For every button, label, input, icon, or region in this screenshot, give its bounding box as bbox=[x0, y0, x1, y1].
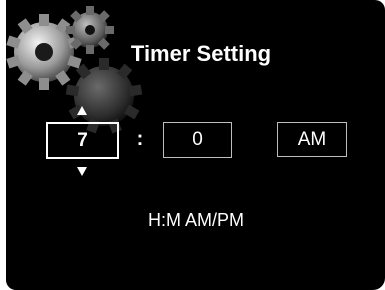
screen-title: Timer Setting bbox=[130, 41, 272, 66]
hour-decrement-arrow-icon[interactable] bbox=[77, 167, 87, 176]
time-separator: : bbox=[136, 128, 144, 150]
hour-increment-arrow-icon[interactable] bbox=[77, 106, 87, 115]
minute-field[interactable]: 0 bbox=[163, 122, 232, 158]
am-pm-field[interactable]: AM bbox=[277, 122, 347, 157]
timer-setting-screen: Timer Setting 7 : 0 AM H:M AM/PM bbox=[6, 0, 385, 290]
time-format-hint: H:M AM/PM bbox=[147, 210, 244, 230]
hour-field[interactable]: 7 bbox=[46, 122, 119, 159]
